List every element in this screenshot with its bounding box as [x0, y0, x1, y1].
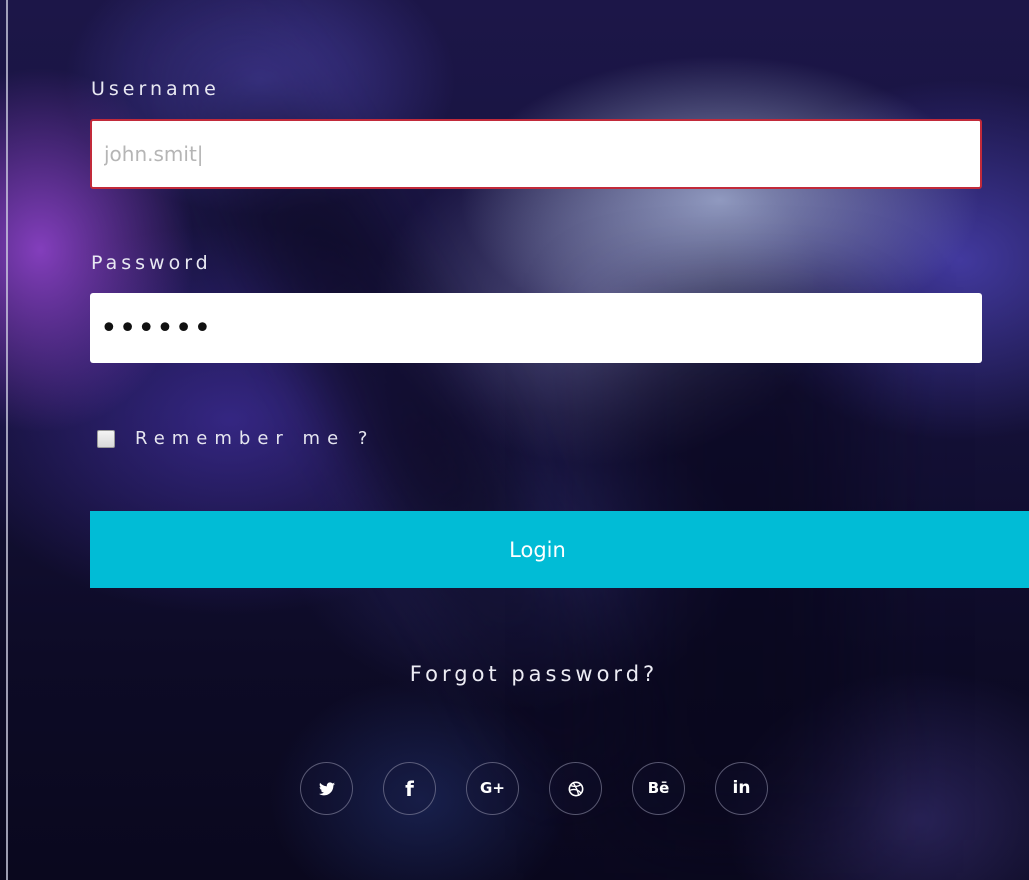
remember-me-checkbox[interactable]	[97, 429, 115, 448]
forgot-password-link[interactable]: Forgot password?	[410, 662, 658, 686]
behance-icon: Bē	[647, 779, 670, 797]
facebook-icon: f	[405, 776, 414, 801]
login-form: Username Password •••••• Remember me ? L…	[0, 0, 1029, 880]
remember-me[interactable]: Remember me ?	[97, 428, 374, 449]
dribbble-icon	[568, 781, 583, 796]
username-label: Username	[91, 78, 220, 100]
forgot-password: Forgot password?	[0, 662, 1029, 686]
social-links: f G+ Bē in	[300, 762, 768, 815]
twitter-icon	[318, 781, 335, 795]
login-button[interactable]: Login	[90, 511, 1029, 588]
password-mask: ••••••	[100, 310, 213, 346]
password-label: Password	[91, 252, 212, 274]
remember-me-label: Remember me ?	[135, 428, 375, 449]
linkedin-button[interactable]: in	[715, 762, 768, 815]
twitter-button[interactable]	[300, 762, 353, 815]
facebook-button[interactable]: f	[383, 762, 436, 815]
username-input[interactable]	[90, 119, 982, 189]
google-plus-button[interactable]: G+	[466, 762, 519, 815]
google-plus-icon: G+	[480, 779, 505, 797]
behance-button[interactable]: Bē	[632, 762, 685, 815]
dribbble-button[interactable]	[549, 762, 602, 815]
password-input[interactable]: ••••••	[90, 293, 982, 363]
linkedin-icon: in	[732, 778, 751, 798]
